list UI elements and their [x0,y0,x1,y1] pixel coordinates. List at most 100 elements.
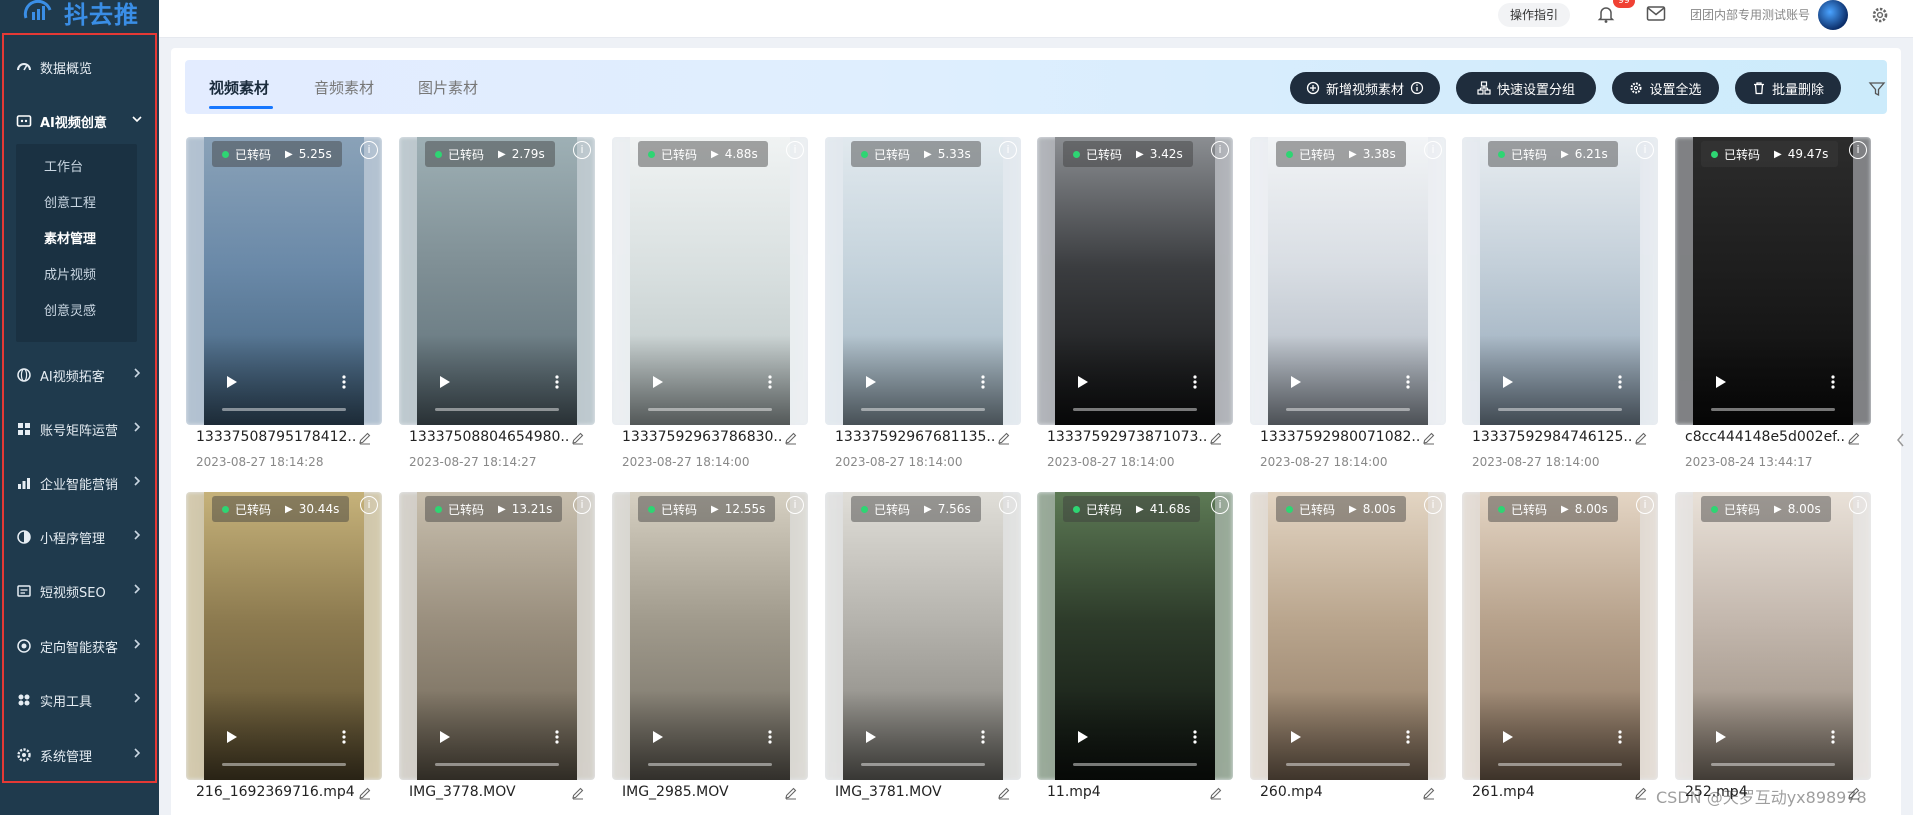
video-progress-bar[interactable] [861,408,985,411]
video-thumbnail[interactable]: 已转码 ▶ 8.00s i [1675,492,1871,780]
video-progress-bar[interactable] [1711,763,1835,766]
edit-pencil-icon[interactable] [358,431,372,445]
play-icon[interactable] [439,730,451,744]
info-icon[interactable]: i [573,141,591,159]
quick-group-button[interactable]: 快速设置分组 [1456,72,1596,104]
edit-pencil-icon[interactable] [1209,431,1223,445]
sidebar-item-enterprise-marketing[interactable]: 企业智能营销 [16,468,159,498]
info-icon[interactable]: i [360,141,378,159]
add-video-material-button[interactable]: 新增视频素材 [1290,72,1440,104]
play-icon[interactable] [1715,730,1727,744]
video-thumbnail[interactable]: 已转码 ▶ 5.33s i [825,137,1021,425]
info-icon[interactable]: i [1849,496,1867,514]
play-icon[interactable] [1077,375,1089,389]
video-progress-bar[interactable] [1073,408,1197,411]
filter-icon[interactable] [1868,80,1886,98]
edit-pencil-icon[interactable] [997,431,1011,445]
sidebar-item-ai-video-acquisition[interactable]: AI视频拓客 [16,360,159,390]
video-thumbnail[interactable]: 已转码 ▶ 3.42s i [1037,137,1233,425]
avatar[interactable] [1818,0,1848,30]
edit-pencil-icon[interactable] [1634,431,1648,445]
sidebar-item-system-management[interactable]: 系统管理 [16,740,159,770]
edit-pencil-icon[interactable] [1209,786,1223,800]
video-card[interactable]: 已转码 ▶ 8.00s i 261.mp4 [1462,492,1658,815]
video-card[interactable]: 已转码 ▶ 4.88s i 13337592963786830.... 2023-08-2… [612,137,808,482]
info-icon[interactable]: i [786,141,804,159]
video-progress-bar[interactable] [435,408,559,411]
play-icon[interactable] [865,375,877,389]
bell-icon[interactable] [1596,4,1616,24]
edit-pencil-icon[interactable] [571,786,585,800]
video-card[interactable]: 已转码 ▶ 3.38s i 13337592980071082.... 2023-08-2… [1250,137,1446,482]
video-card[interactable]: 已转码 ▶ 5.25s i 13337508795178412.... 2023-08-2… [186,137,382,482]
play-icon[interactable] [1502,730,1514,744]
video-progress-bar[interactable] [648,763,772,766]
info-icon[interactable]: i [1849,141,1867,159]
tab-image-material[interactable]: 图片素材 [418,77,478,98]
video-thumbnail[interactable]: 已转码 ▶ 13.21s i [399,492,595,780]
play-icon[interactable] [226,375,238,389]
video-progress-bar[interactable] [1711,408,1835,411]
more-vertical-icon[interactable] [555,375,559,389]
guide-button[interactable]: 操作指引 [1498,3,1570,27]
more-vertical-icon[interactable] [981,730,985,744]
more-vertical-icon[interactable] [1618,730,1622,744]
submenu-item-material-management[interactable]: 素材管理 [44,228,96,252]
submenu-item-creative-inspiration[interactable]: 创意灵感 [44,300,96,324]
video-progress-bar[interactable] [1498,763,1622,766]
play-icon[interactable] [652,730,664,744]
play-icon[interactable] [1502,375,1514,389]
more-vertical-icon[interactable] [1406,375,1410,389]
more-vertical-icon[interactable] [342,375,346,389]
video-card[interactable]: 已转码 ▶ 49.47s i c8cc444148e5d002ef... 2023-08-… [1675,137,1871,482]
edit-pencil-icon[interactable] [1634,786,1648,800]
video-progress-bar[interactable] [1286,763,1410,766]
edit-pencil-icon[interactable] [358,786,372,800]
mail-icon[interactable] [1646,5,1666,23]
info-icon[interactable]: i [573,496,591,514]
video-progress-bar[interactable] [222,763,346,766]
video-progress-bar[interactable] [1286,408,1410,411]
more-vertical-icon[interactable] [981,375,985,389]
info-icon[interactable]: i [1211,496,1229,514]
edit-pencil-icon[interactable] [1422,431,1436,445]
video-progress-bar[interactable] [1498,408,1622,411]
info-icon[interactable]: i [360,496,378,514]
video-progress-bar[interactable] [1073,763,1197,766]
sidebar-item-miniapp-management[interactable]: 小程序管理 [16,522,159,552]
video-card[interactable]: 已转码 ▶ 5.33s i 13337592967681135.... 2023-08-2… [825,137,1021,482]
more-vertical-icon[interactable] [1406,730,1410,744]
sidebar-item-account-matrix[interactable]: 账号矩阵运营 [16,414,159,444]
play-icon[interactable] [1290,375,1302,389]
info-icon[interactable]: i [1636,496,1654,514]
edit-pencil-icon[interactable] [784,431,798,445]
video-thumbnail[interactable]: 已转码 ▶ 49.47s i [1675,137,1871,425]
edit-pencil-icon[interactable] [1422,786,1436,800]
info-icon[interactable]: i [1636,141,1654,159]
info-icon[interactable]: i [999,141,1017,159]
settings-icon[interactable] [1870,5,1890,25]
video-progress-bar[interactable] [222,408,346,411]
sidebar-item-tools[interactable]: 实用工具 [16,685,159,715]
info-icon[interactable]: i [1424,496,1442,514]
video-card[interactable]: 已转码 ▶ 3.42s i 13337592973871073.... 2023-08-2… [1037,137,1233,482]
tab-video-material[interactable]: 视频素材 [209,77,269,98]
info-icon[interactable]: i [1424,141,1442,159]
play-icon[interactable] [439,375,451,389]
video-thumbnail[interactable]: 已转码 ▶ 6.21s i [1462,137,1658,425]
sidebar-item-short-video-seo[interactable]: 短视频SEO [16,576,159,606]
video-thumbnail[interactable]: 已转码 ▶ 8.00s i [1462,492,1658,780]
submenu-item-creative-project[interactable]: 创意工程 [44,192,96,216]
video-thumbnail[interactable]: 已转码 ▶ 41.68s i [1037,492,1233,780]
sidebar-item-dashboard[interactable]: 数据概览 [16,52,159,82]
video-thumbnail[interactable]: 已转码 ▶ 5.25s i [186,137,382,425]
video-card[interactable]: 已转码 ▶ 41.68s i 11.mp4 [1037,492,1233,815]
sidebar-item-ai-video-creative[interactable]: AI视频创意 [16,106,159,136]
video-thumbnail[interactable]: 已转码 ▶ 30.44s i [186,492,382,780]
more-vertical-icon[interactable] [1831,375,1835,389]
edit-pencil-icon[interactable] [571,431,585,445]
app-logo[interactable]: 抖去推 [22,0,139,29]
collapse-panel-arrow[interactable] [1895,430,1909,460]
play-icon[interactable] [1715,375,1727,389]
batch-delete-button[interactable]: 批量删除 [1735,72,1841,104]
